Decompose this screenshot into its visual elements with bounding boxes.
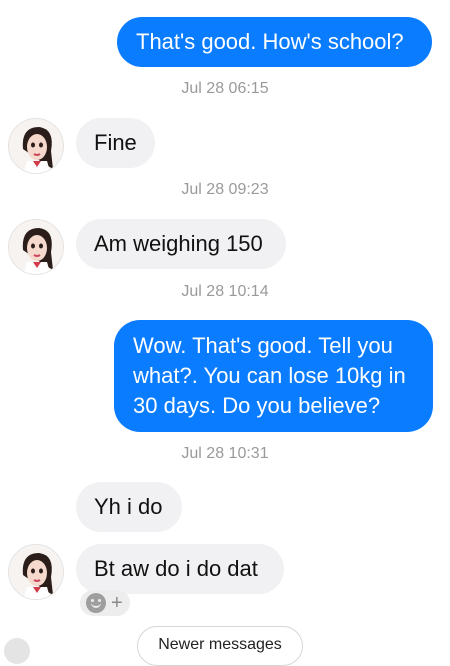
newer-messages-label: Newer messages: [158, 636, 282, 653]
message-bubble-incoming[interactable]: Am weighing 150: [76, 219, 286, 269]
message-bubble-incoming[interactable]: Bt aw do i do dat: [76, 544, 284, 594]
smiley-icon: [86, 593, 106, 613]
timestamp: Jul 28 09:23: [181, 181, 269, 198]
add-reaction-button[interactable]: +: [80, 590, 130, 616]
message-text: Yh i do: [94, 494, 163, 519]
message-text: That's good. How's school?: [136, 29, 404, 54]
avatar-image: [9, 545, 63, 599]
avatar-image: [9, 220, 63, 274]
timestamp: Jul 28 10:14: [181, 283, 269, 300]
timestamp: Jul 28 06:15: [181, 80, 269, 97]
contact-avatar[interactable]: [8, 219, 64, 275]
message-text: Bt aw do i do dat: [94, 556, 258, 581]
circle-icon[interactable]: [4, 638, 30, 664]
plus-icon: +: [111, 592, 123, 614]
message-text: Am weighing 150: [94, 231, 263, 256]
message-bubble-outgoing[interactable]: That's good. How's school?: [117, 17, 432, 67]
message-bubble-outgoing[interactable]: Wow. That's good. Tell you what?. You ca…: [114, 320, 433, 432]
newer-messages-button[interactable]: Newer messages: [137, 626, 303, 666]
timestamp: Jul 28 10:31: [181, 445, 269, 462]
message-bubble-incoming[interactable]: Yh i do: [76, 482, 182, 532]
message-text: Wow. That's good. Tell you what?. You ca…: [133, 333, 406, 418]
message-text: Fine: [94, 130, 137, 155]
avatar-image: [9, 119, 63, 173]
contact-avatar[interactable]: [8, 544, 64, 600]
message-bubble-incoming[interactable]: Fine: [76, 118, 155, 168]
contact-avatar[interactable]: [8, 118, 64, 174]
